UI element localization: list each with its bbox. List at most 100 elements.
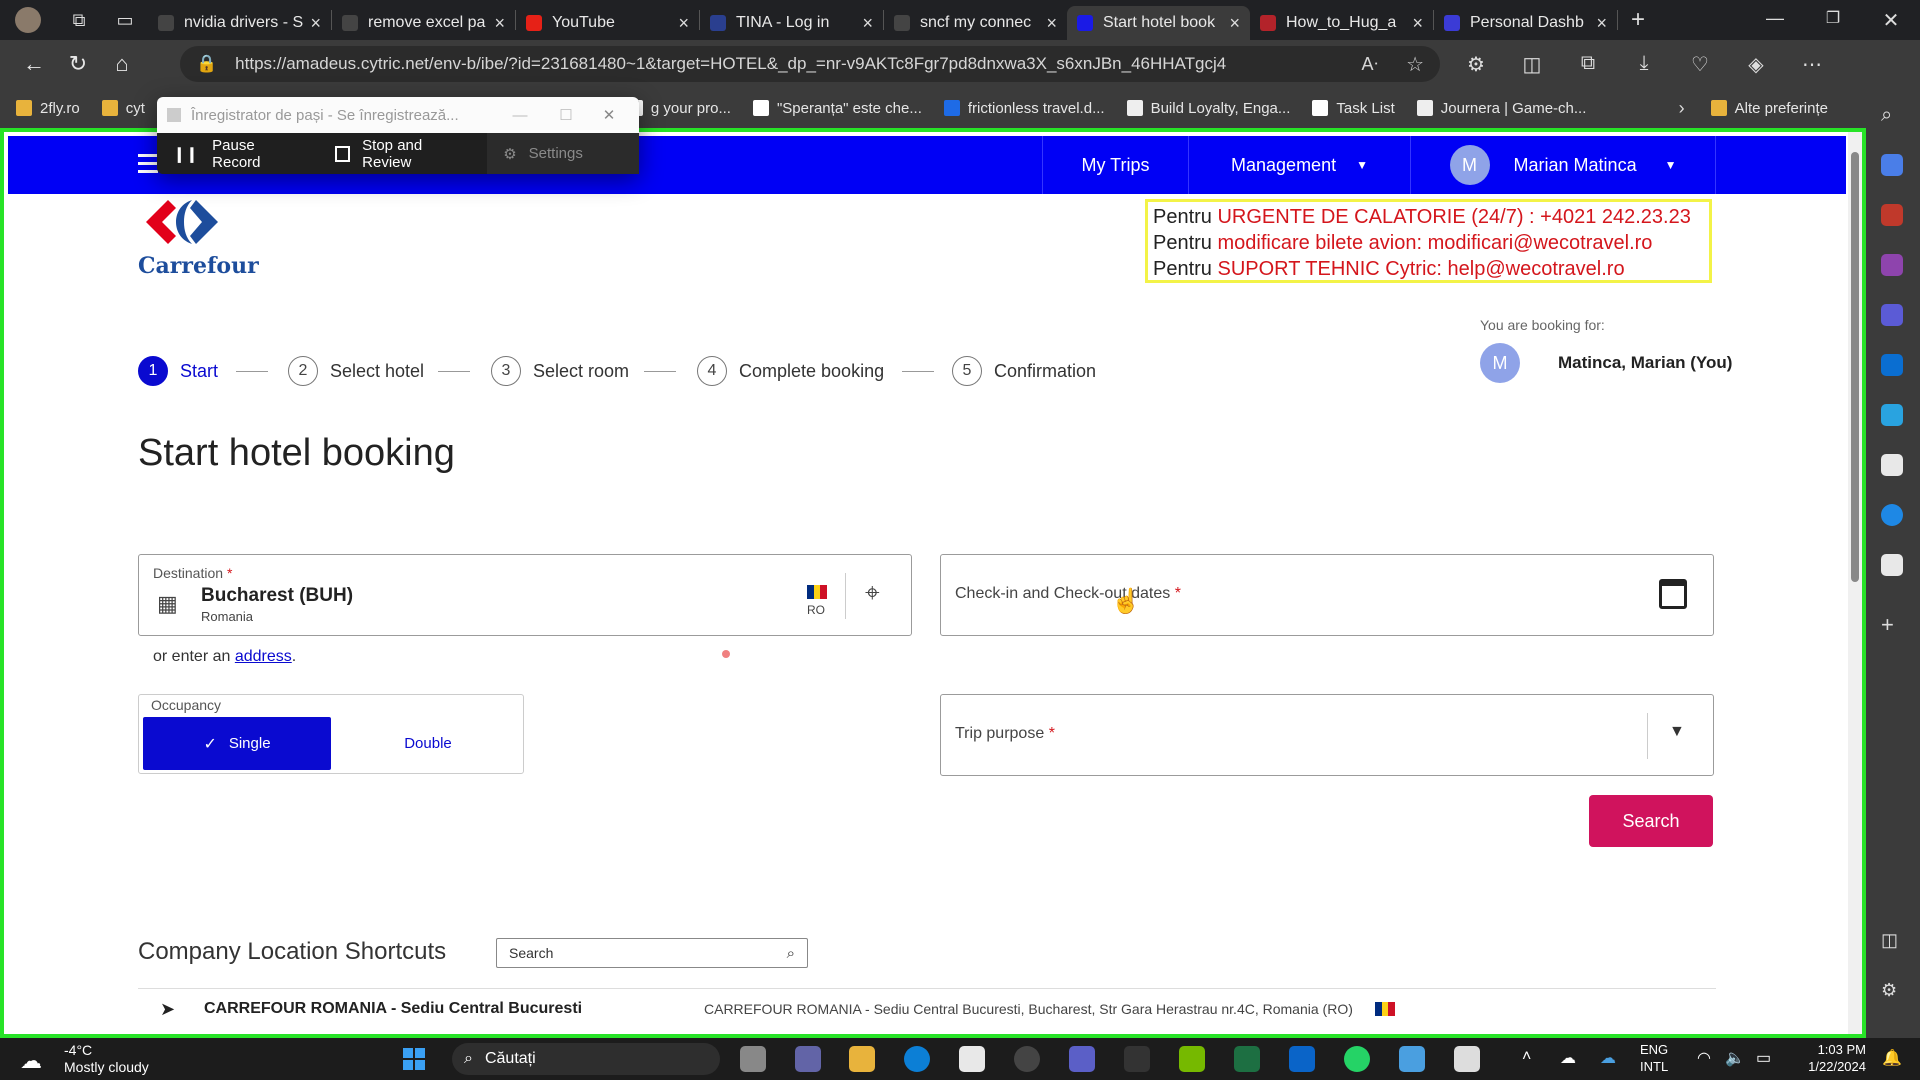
tools-icon[interactable] bbox=[1881, 204, 1903, 226]
search-button[interactable]: Search bbox=[1589, 795, 1713, 847]
volume-icon[interactable]: 🔈 bbox=[1725, 1048, 1745, 1068]
start-button[interactable] bbox=[403, 1048, 425, 1070]
hamburger-menu-icon[interactable] bbox=[138, 154, 158, 178]
calendar-icon[interactable] bbox=[1659, 579, 1687, 609]
favorite-item[interactable]: Build Loyalty, Enga... bbox=[1126, 100, 1290, 117]
favorite-item[interactable]: 2fly.ro bbox=[16, 100, 80, 117]
meet-icon[interactable] bbox=[795, 1046, 821, 1072]
browser-tab[interactable]: nvidia drivers - S × bbox=[148, 6, 331, 40]
file-explorer-icon[interactable] bbox=[849, 1046, 875, 1072]
browser-tab[interactable]: YouTube × bbox=[516, 6, 699, 40]
steps-recorder-icon[interactable] bbox=[1454, 1046, 1480, 1072]
url-field[interactable]: 🔒 https://amadeus.cytric.net/env-b/ibe/?… bbox=[180, 46, 1440, 82]
location-pin-icon[interactable]: ⌖ bbox=[865, 577, 880, 609]
excel-icon[interactable] bbox=[1234, 1046, 1260, 1072]
close-tab-icon[interactable]: × bbox=[1229, 13, 1240, 34]
trip-purpose-select[interactable]: Trip purpose * ▼ bbox=[940, 694, 1714, 776]
close-tab-icon[interactable]: × bbox=[1412, 13, 1423, 34]
favorite-item[interactable]: Journera | Game-ch... bbox=[1416, 100, 1586, 117]
search-icon[interactable]: ⌕ bbox=[1881, 104, 1903, 126]
stop-and-review-button[interactable]: Stop and Review bbox=[319, 133, 488, 174]
close-tab-icon[interactable]: × bbox=[678, 13, 689, 34]
favorite-item[interactable]: "Speranța" este che... bbox=[752, 100, 922, 117]
back-button[interactable]: ← bbox=[12, 51, 56, 77]
double-option[interactable]: Double bbox=[335, 717, 521, 770]
minimize-button[interactable]: — bbox=[1746, 8, 1804, 33]
restore-button[interactable]: ❐ bbox=[1804, 8, 1862, 33]
office-icon[interactable] bbox=[1881, 304, 1903, 326]
settings-button[interactable]: ⚙ Settings bbox=[487, 133, 639, 174]
browser-tab[interactable]: sncf my connec × bbox=[884, 6, 1067, 40]
favorite-item[interactable]: g your pro... bbox=[626, 100, 731, 117]
wifi-icon[interactable]: ◠ bbox=[1697, 1048, 1711, 1068]
clock-date[interactable]: 1/22/2024 bbox=[1796, 1059, 1866, 1074]
outlook-icon[interactable] bbox=[1289, 1046, 1315, 1072]
store-icon[interactable] bbox=[959, 1046, 985, 1072]
split-screen-icon[interactable]: ◫ bbox=[1504, 52, 1560, 77]
shortcuts-search-input[interactable]: Search ⌕ bbox=[496, 938, 808, 968]
home-button[interactable]: ⌂ bbox=[100, 51, 144, 77]
address-link[interactable]: address bbox=[235, 648, 292, 665]
chevron-up-icon[interactable]: ˄ bbox=[1522, 1048, 1531, 1066]
copilot-sidebar-icon[interactable]: ◈ bbox=[1728, 52, 1784, 77]
more-menu-icon[interactable]: ⋯ bbox=[1784, 52, 1840, 77]
taskbar-search[interactable]: ⌕ Căutați bbox=[452, 1043, 720, 1075]
teams-icon[interactable] bbox=[1069, 1046, 1095, 1072]
weather-cloud-icon[interactable]: ☁ bbox=[20, 1048, 42, 1074]
chevron-right-icon[interactable]: › bbox=[1679, 98, 1685, 119]
workspaces-icon[interactable]: ⧉ bbox=[56, 10, 102, 31]
close-tab-icon[interactable]: × bbox=[494, 13, 505, 34]
terminal-icon[interactable] bbox=[1124, 1046, 1150, 1072]
maximize-button[interactable]: ☐ bbox=[543, 106, 589, 124]
add-icon[interactable]: + bbox=[1881, 612, 1903, 637]
browser-tab[interactable]: remove excel pa × bbox=[332, 6, 515, 40]
task-view-icon[interactable] bbox=[740, 1046, 766, 1072]
new-tab-button[interactable]: + bbox=[1618, 6, 1658, 34]
close-tab-icon[interactable]: × bbox=[1046, 13, 1057, 34]
notification-icon[interactable]: 🔔 bbox=[1882, 1048, 1902, 1068]
read-aloud-icon[interactable]: Aᐧ bbox=[1361, 54, 1378, 75]
downloads-icon[interactable]: ⤓ bbox=[1616, 52, 1672, 77]
favorite-item[interactable]: cyt bbox=[101, 100, 145, 117]
browser-tab[interactable]: TINA - Log in × bbox=[700, 6, 883, 40]
other-favorites[interactable]: Alte preferințe bbox=[1710, 100, 1828, 117]
profile-avatar[interactable] bbox=[0, 7, 56, 33]
pause-record-button[interactable]: ❙❙ Pause Record bbox=[157, 133, 319, 174]
language-code[interactable]: ENG bbox=[1640, 1042, 1668, 1057]
edge-icon[interactable] bbox=[904, 1046, 930, 1072]
destination-field[interactable]: Destination * ▦ Bucharest (BUH) Romania … bbox=[138, 554, 912, 636]
keyboard-layout[interactable]: INTL bbox=[1640, 1059, 1668, 1074]
refresh-button[interactable]: ↻ bbox=[56, 51, 100, 77]
check-in-check-out-field[interactable]: Check-in and Check-out dates * bbox=[940, 554, 1714, 636]
close-tab-icon[interactable]: × bbox=[310, 13, 321, 34]
scrollbar[interactable] bbox=[1848, 132, 1862, 1034]
close-button[interactable]: ✕ bbox=[589, 106, 629, 124]
minimize-button[interactable]: — bbox=[497, 107, 543, 124]
settings-gear-icon[interactable]: ⚙ bbox=[1881, 980, 1903, 1002]
dell-icon[interactable] bbox=[1014, 1046, 1040, 1072]
close-window-button[interactable]: ✕ bbox=[1862, 8, 1920, 33]
favorite-item[interactable]: frictionless travel.d... bbox=[943, 100, 1105, 117]
favorite-item[interactable]: Task List bbox=[1312, 100, 1395, 117]
browser-tab[interactable]: Personal Dashb × bbox=[1434, 6, 1617, 40]
close-tab-icon[interactable]: × bbox=[862, 13, 873, 34]
games-icon[interactable] bbox=[1881, 254, 1903, 276]
tab-actions-icon[interactable]: ▭ bbox=[102, 10, 148, 31]
browser-tab[interactable]: How_to_Hug_a × bbox=[1250, 6, 1433, 40]
onedrive-icon[interactable]: ☁ bbox=[1600, 1048, 1616, 1068]
list-item[interactable]: ➤ CARREFOUR ROMANIA - Sediu Central Bucu… bbox=[138, 994, 1716, 1024]
shopping-icon[interactable] bbox=[1881, 154, 1903, 176]
browser-tab[interactable]: Start hotel book × bbox=[1067, 6, 1250, 40]
app-icon[interactable] bbox=[1881, 454, 1903, 476]
browser-essentials-icon[interactable]: ♡ bbox=[1672, 52, 1728, 77]
extensions-icon[interactable]: ⚙ bbox=[1448, 52, 1504, 77]
nvidia-icon[interactable] bbox=[1179, 1046, 1205, 1072]
collections-icon[interactable]: ⧉ bbox=[1560, 52, 1616, 77]
nav-my-trips[interactable]: My Trips bbox=[1042, 136, 1188, 194]
favorite-star-icon[interactable]: ☆ bbox=[1406, 52, 1424, 77]
nav-user-menu[interactable]: M Marian Matinca ▼ bbox=[1410, 136, 1716, 194]
single-option[interactable]: ✓ Single bbox=[143, 717, 331, 770]
sidebar-toggle-icon[interactable]: ◫ bbox=[1881, 930, 1903, 952]
amazon-icon[interactable] bbox=[1881, 504, 1903, 526]
scrollbar-thumb[interactable] bbox=[1851, 152, 1859, 582]
